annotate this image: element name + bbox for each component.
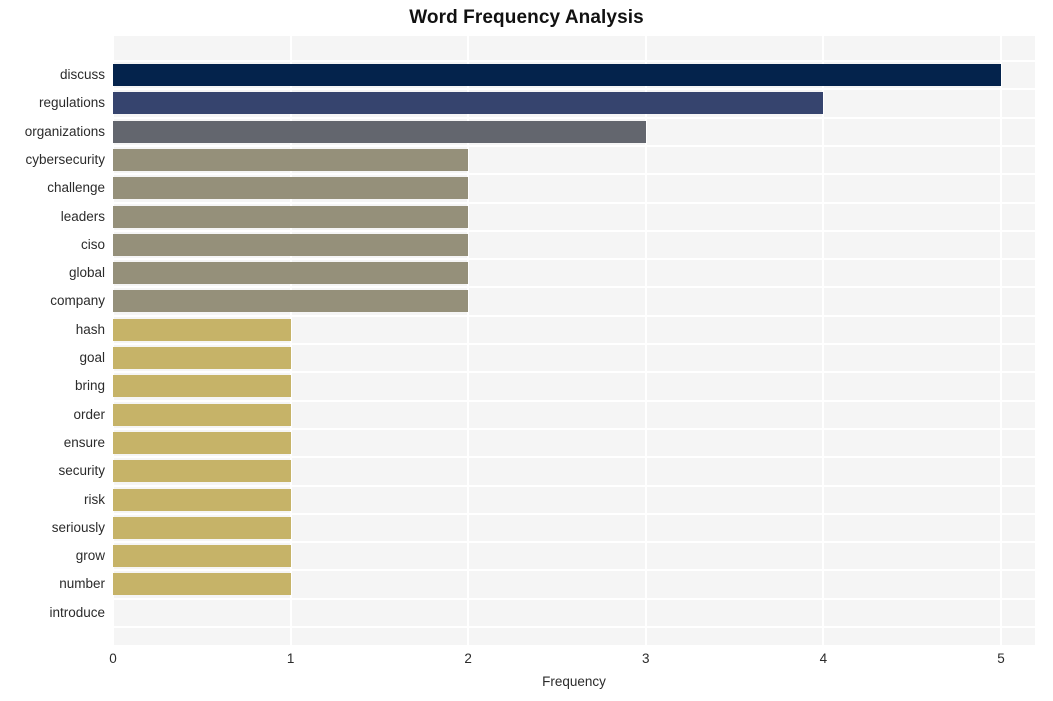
horizontal-gridline [113,88,1035,91]
bar-challenge [113,177,469,200]
vertical-gridline [822,36,825,645]
word-frequency-chart: Word Frequency Analysis discuss regulatio… [0,0,1053,701]
y-tick-label-order: order [73,406,105,422]
vertical-gridline [1000,36,1002,645]
y-tick-label-introduce: introduce [49,604,105,620]
x-tick-label: 2 [464,651,472,666]
horizontal-gridline [113,597,1035,600]
x-tick-label: 1 [286,651,295,666]
bar-cybersecurity [113,148,469,171]
bar-bring [113,375,291,398]
horizontal-gridline [113,541,1035,544]
horizontal-gridline [113,456,1035,459]
bar-goal [113,347,291,369]
y-tick-label-ciso: ciso [80,236,105,252]
x-axis-tick-labels: 0 1 2 3 4 5 [0,650,1053,672]
horizontal-gridline [113,314,1035,317]
horizontal-gridline [113,201,1035,204]
plot-area [113,36,1035,645]
bar-seriously [113,516,291,539]
horizontal-gridline [113,286,1035,289]
horizontal-gridline [113,371,1035,374]
y-tick-label-challenge: challenge [47,180,105,196]
horizontal-gridline [113,569,1035,572]
horizontal-gridline [113,116,1035,119]
horizontal-gridline [113,626,1035,628]
y-tick-label-discuss: discuss [59,67,105,82]
horizontal-gridline [113,258,1035,261]
horizontal-gridline [113,60,1035,62]
bar-ciso [113,233,469,256]
y-axis-labels: discuss regulations organizations cybersecu… [0,36,105,645]
bar-discuss [113,64,1001,86]
bar-company [113,290,469,313]
y-tick-label-leaders: leaders [60,208,105,224]
bar-ensure [113,431,291,454]
horizontal-gridline [113,399,1035,402]
bar-leaders [113,205,469,228]
y-tick-label-cybersecurity: cybersecurity [25,151,105,167]
x-tick-label: 5 [997,651,1005,666]
bar-regulations [113,92,824,115]
y-tick-label-number: number [59,576,105,592]
bar-organizations [113,120,646,143]
bar-number [113,573,291,596]
bar-hash [113,318,291,341]
horizontal-gridline [113,512,1035,515]
bar-risk [113,488,291,511]
horizontal-gridline [113,144,1035,147]
y-tick-label-goal: goal [79,350,105,365]
horizontal-gridline [113,229,1035,232]
x-axis-title: Frequency [542,674,606,689]
bar-global [113,262,469,285]
y-tick-label-ensure: ensure [63,434,105,450]
y-tick-label-company: company [50,293,105,309]
x-tick-label: 0 [109,651,117,666]
horizontal-gridline [113,484,1035,487]
chart-title: Word Frequency Analysis [409,7,644,28]
bar-security [113,460,291,483]
y-tick-label-seriously: seriously [51,519,105,535]
y-tick-label-organizations: organizations [24,123,105,139]
y-tick-label-grow: grow [75,548,105,564]
horizontal-gridline [113,427,1035,430]
x-tick-label: 4 [819,651,828,666]
y-tick-label-global: global [68,265,105,281]
horizontal-gridline [113,173,1035,176]
horizontal-gridline [113,343,1035,345]
y-tick-label-security: security [58,463,105,479]
bar-grow [113,545,291,568]
bar-order [113,403,291,426]
y-tick-label-risk: risk [84,491,105,507]
y-tick-label-hash: hash [75,321,105,337]
y-tick-label-regulations: regulations [38,95,105,111]
x-tick-label: 3 [642,651,650,666]
y-tick-label-bring: bring [74,378,105,394]
